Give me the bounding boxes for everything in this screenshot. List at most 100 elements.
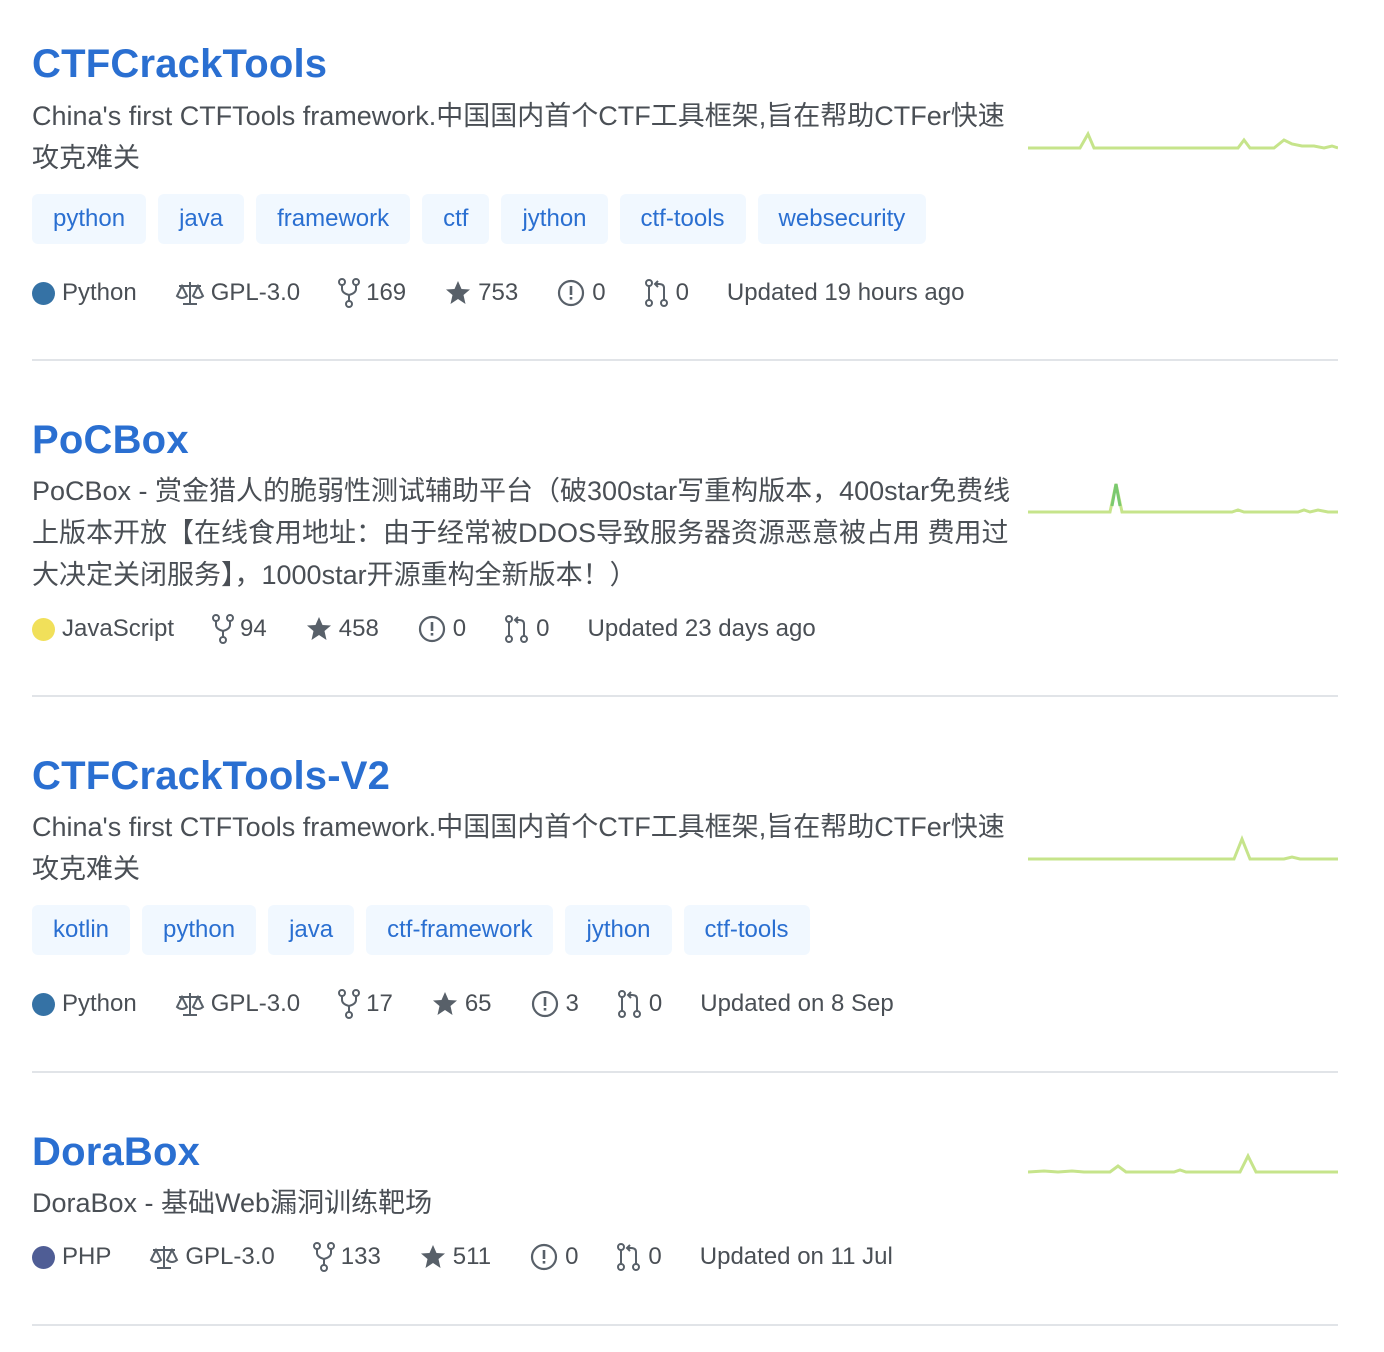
- topic-tag[interactable]: ctf-tools: [683, 905, 810, 955]
- repo-item: PoCBox PoCBox - 赏金猎人的脆弱性测试辅助平台（破300star写…: [32, 361, 1338, 697]
- language-label: Python: [62, 990, 137, 1017]
- repo-forked-icon: [312, 1242, 335, 1272]
- stars-count: 753: [478, 279, 519, 306]
- topic-tag[interactable]: python: [32, 194, 147, 244]
- language-label: PHP: [62, 1243, 112, 1270]
- license-link[interactable]: GPL-3.0: [175, 986, 300, 1022]
- activity-sparkline: [1028, 483, 1338, 514]
- topic-tag[interactable]: jython: [501, 194, 608, 244]
- language: Python: [32, 275, 137, 311]
- language-color-dot: [32, 617, 55, 641]
- topic-tag[interactable]: jython: [565, 905, 672, 955]
- repo-name-link[interactable]: PoCBox: [32, 416, 189, 464]
- topic-tag[interactable]: ctf-tools: [619, 194, 746, 244]
- forks-link[interactable]: 17: [338, 986, 393, 1022]
- stars-link[interactable]: 753: [444, 275, 518, 311]
- pull-requests-link[interactable]: 0: [504, 611, 550, 647]
- git-pull-request-icon: [617, 990, 641, 1018]
- issue-opened-icon: [531, 990, 558, 1018]
- topic-tag[interactable]: ctf: [422, 194, 490, 244]
- prs-count: 0: [648, 990, 663, 1017]
- forks-count: 94: [240, 615, 267, 642]
- activity-sparkline: [1028, 834, 1338, 861]
- topic-tag[interactable]: java: [158, 194, 245, 244]
- git-pull-request-icon: [505, 615, 529, 643]
- repo-meta: PHP GPL-3.0 133 511 0 0 Updated on 11 Ju…: [32, 1239, 931, 1275]
- license-link[interactable]: GPL-3.0: [175, 275, 300, 311]
- forks-count: 169: [366, 279, 407, 306]
- forks-link[interactable]: 133: [312, 1239, 381, 1275]
- updated-time: Updated on 11 Jul: [699, 1243, 893, 1270]
- stars-count: 458: [338, 615, 379, 642]
- stars-count: 511: [452, 1243, 492, 1270]
- repo-name-link[interactable]: DoraBox: [32, 1128, 200, 1176]
- git-pull-request-icon: [644, 279, 668, 307]
- forks-count: 17: [366, 990, 393, 1017]
- stars-link[interactable]: 458: [305, 611, 379, 647]
- star-icon: [432, 992, 457, 1015]
- issue-opened-icon: [530, 1243, 558, 1271]
- issues-count: 0: [452, 615, 467, 642]
- topic-tag[interactable]: websecurity: [757, 194, 927, 244]
- issues-count: 0: [592, 279, 606, 306]
- forks-link[interactable]: 169: [338, 275, 406, 311]
- prs-count: 0: [536, 615, 550, 642]
- stars-count: 65: [464, 990, 492, 1017]
- repo-item: DoraBox DoraBox - 基础Web漏洞训练靶场 PHP GPL-3.…: [32, 1073, 1338, 1326]
- license-label: GPL-3.0: [210, 990, 301, 1017]
- activity-sparkline: [1028, 1152, 1338, 1174]
- updated-time: Updated 23 days ago: [587, 615, 816, 642]
- repo-description: PoCBox - 赏金猎人的脆弱性测试辅助平台（破300star写重构版本，40…: [32, 476, 1011, 590]
- license-label: GPL-3.0: [185, 1243, 275, 1270]
- issue-opened-icon: [558, 279, 585, 307]
- issue-opened-icon: [418, 615, 445, 643]
- repo-description: China's first CTFTools framework.中国国内首个C…: [32, 101, 1005, 173]
- repo-meta: JavaScript 94 458 0 0 Updated 23 days ag…: [32, 611, 854, 647]
- star-icon: [306, 617, 331, 640]
- repo-description: China's first CTFTools framework.中国国内首个C…: [32, 812, 1005, 884]
- topic-tag[interactable]: ctf-framework: [366, 905, 554, 955]
- topic-tag[interactable]: framework: [256, 194, 411, 244]
- license-label: GPL-3.0: [210, 279, 301, 306]
- repo-name-link[interactable]: CTFCrackTools: [32, 40, 327, 88]
- stars-link[interactable]: 65: [431, 986, 492, 1022]
- issues-link[interactable]: 0: [529, 1239, 578, 1275]
- repo-forked-icon: [212, 614, 235, 644]
- pull-requests-link[interactable]: 0: [644, 275, 689, 311]
- pull-requests-link[interactable]: 0: [617, 986, 662, 1022]
- repo-forked-icon: [338, 278, 361, 308]
- issues-link[interactable]: 0: [556, 275, 606, 311]
- law-icon: [175, 282, 204, 305]
- star-icon: [420, 1245, 445, 1268]
- language: Python: [32, 986, 137, 1022]
- prs-count: 0: [648, 1243, 662, 1270]
- topic-tag[interactable]: python: [142, 905, 257, 955]
- pull-requests-link[interactable]: 0: [616, 1239, 662, 1275]
- issues-link[interactable]: 0: [417, 611, 466, 647]
- repo-name-link[interactable]: CTFCrackTools-V2: [32, 752, 390, 800]
- language-label: JavaScript: [62, 615, 175, 642]
- license-link[interactable]: GPL-3.0: [149, 1239, 275, 1275]
- repo-meta: Python GPL-3.0 169 753 0 0 Updated 19 ho…: [32, 275, 1002, 311]
- topic-tag[interactable]: kotlin: [32, 905, 131, 955]
- issues-count: 3: [565, 990, 579, 1017]
- stars-link[interactable]: 511: [419, 1239, 491, 1275]
- repo-meta: Python GPL-3.0 17 65 3 0 Updated on 8 Se…: [32, 986, 932, 1022]
- language-color-dot: [32, 992, 55, 1016]
- law-icon: [150, 1246, 179, 1269]
- activity-sparkline: [1028, 130, 1338, 150]
- topic-list: kotlin python java ctf-framework jython …: [32, 905, 810, 955]
- language: PHP: [32, 1239, 111, 1275]
- prs-count: 0: [675, 279, 689, 306]
- language: JavaScript: [32, 611, 174, 647]
- issues-count: 0: [565, 1243, 579, 1270]
- topic-list: python java framework ctf jython ctf-too…: [32, 194, 927, 244]
- language-color-dot: [32, 1245, 55, 1269]
- star-icon: [446, 281, 471, 304]
- language-color-dot: [32, 281, 55, 305]
- issues-link[interactable]: 3: [530, 986, 579, 1022]
- topic-tag[interactable]: java: [268, 905, 355, 955]
- forks-link[interactable]: 94: [212, 611, 267, 647]
- forks-count: 133: [340, 1243, 381, 1270]
- updated-time: Updated 19 hours ago: [726, 279, 965, 306]
